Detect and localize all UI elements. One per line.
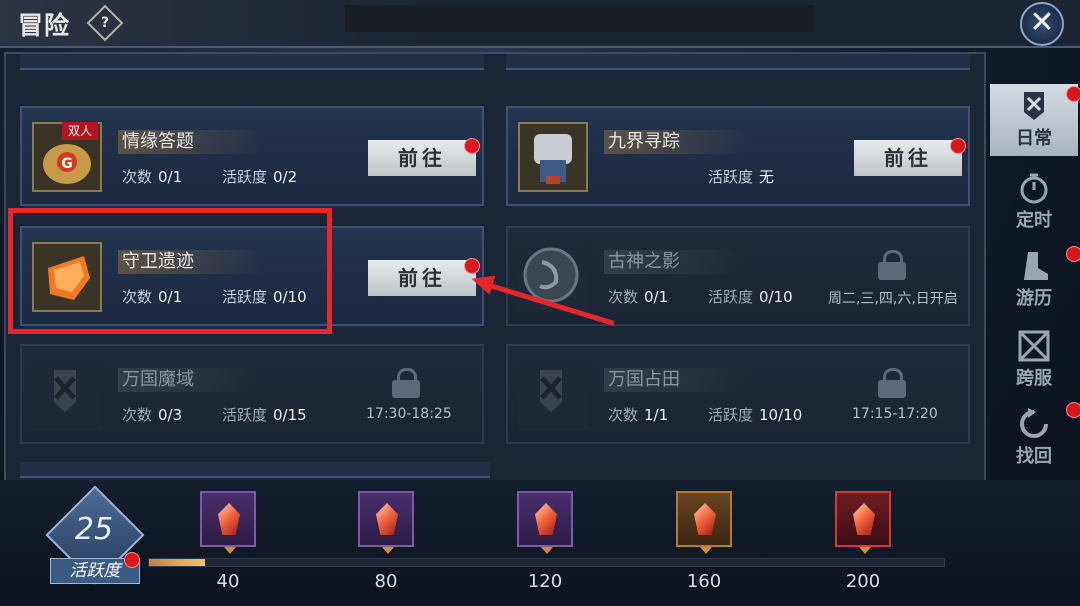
highlight-box: [8, 208, 332, 334]
redacted-banner: [345, 5, 815, 32]
list-item-partial: [20, 462, 490, 478]
tab-daily[interactable]: 日常: [990, 84, 1078, 156]
tab-retrieve[interactable]: 找回: [990, 402, 1078, 474]
armor-icon: [518, 122, 588, 192]
count-stat: 次数 0/1: [608, 288, 669, 306]
crystal-icon: [535, 503, 557, 535]
notification-dot: [124, 552, 140, 568]
reward-chest-120[interactable]: [517, 491, 573, 554]
activity-stat: 活跃度 0/15: [222, 406, 307, 424]
activity-card-jiujie: 九界寻踪 活跃度无 前往: [506, 106, 970, 206]
milestone-label: 40: [216, 571, 240, 592]
activity-name: 古神之影: [604, 250, 748, 274]
activity-name: 万国占田: [604, 368, 748, 392]
close-button[interactable]: ✕: [1020, 2, 1064, 46]
crystal-icon: [694, 503, 716, 535]
count-stat: 次数 1/1: [608, 406, 669, 424]
question-icon: ?: [100, 15, 110, 31]
stopwatch-icon: [1016, 172, 1052, 204]
list-item-partial: [506, 54, 970, 70]
tab-cross-server[interactable]: 跨服: [990, 324, 1078, 396]
banner-icon: [1016, 90, 1052, 122]
milestone-label: 120: [527, 571, 563, 592]
activity-progress-fill: [149, 559, 205, 566]
notification-dot: [1066, 246, 1080, 262]
count-stat: 次数 0/1: [122, 168, 183, 186]
activity-card-wanguo-moyu: 万国魔域 次数 0/3 活跃度 0/15 17:30-18:25: [20, 344, 484, 444]
activity-stat: 活跃度 10/10: [708, 406, 803, 424]
activity-name: 情缘答题: [118, 130, 262, 154]
lock-icon: [878, 368, 906, 398]
duo-badge: 双人: [62, 122, 98, 140]
list-item-partial: [20, 54, 484, 70]
milestone-label: 200: [845, 571, 881, 592]
open-time-note: 17:30-18:25: [366, 406, 452, 422]
activity-progress-track: [148, 558, 945, 567]
activity-stat: 活跃度 0/10: [708, 288, 793, 306]
notification-dot: [950, 138, 966, 154]
crossed-swords-banner-icon: [518, 360, 588, 430]
svg-text:G: G: [61, 156, 73, 172]
notification-dot: [1066, 86, 1080, 102]
activity-card-wanguo-zhantian: 万国占田 次数 1/1 活跃度 10/10 17:15-17:20: [506, 344, 970, 444]
crystal-icon: [376, 503, 398, 535]
activity-stat: 活跃度 0/2: [222, 168, 298, 186]
tab-timed[interactable]: 定时: [990, 166, 1078, 238]
activity-name: 万国魔域: [118, 368, 262, 392]
milestone-label: 80: [374, 571, 398, 592]
activity-card-qingyuan: G 双人 情缘答题 次数 0/1 活跃度 0/2 前往: [20, 106, 484, 206]
page-title: 冒险: [18, 11, 71, 40]
reward-chest-200[interactable]: [835, 491, 891, 554]
open-time-note: 17:15-17:20: [852, 406, 938, 422]
tab-travel[interactable]: 游历: [990, 244, 1078, 316]
cross-grid-icon: [1016, 330, 1052, 362]
bag-icon: G 双人: [32, 122, 102, 192]
return-arrow-icon: [1016, 408, 1052, 440]
crystal-icon: [853, 503, 875, 535]
reward-chest-40[interactable]: [200, 491, 256, 554]
activity-current-value: 25: [74, 512, 114, 547]
boot-icon: [1016, 250, 1052, 282]
notification-dot: [464, 138, 480, 154]
crystal-icon: [218, 503, 240, 535]
activity-stat: 活跃度无: [708, 168, 775, 186]
title-bar: 冒险 ? ✕: [0, 0, 1080, 48]
lock-icon: [392, 368, 420, 398]
go-button[interactable]: 前往: [854, 140, 962, 176]
reward-chest-160[interactable]: [676, 491, 732, 554]
milestone-label: 160: [686, 571, 722, 592]
lock-icon: [878, 250, 906, 280]
activity-name: 九界寻踪: [604, 130, 748, 154]
go-button[interactable]: 前往: [368, 140, 476, 176]
crossed-swords-banner-icon: [32, 360, 102, 430]
go-button[interactable]: 前往: [368, 260, 476, 296]
notification-dot: [1066, 402, 1080, 418]
reward-chest-80[interactable]: [358, 491, 414, 554]
open-days-note: 周二,三,四,六,日开启: [828, 291, 958, 307]
help-button[interactable]: ?: [86, 4, 124, 42]
count-stat: 次数 0/3: [122, 406, 183, 424]
